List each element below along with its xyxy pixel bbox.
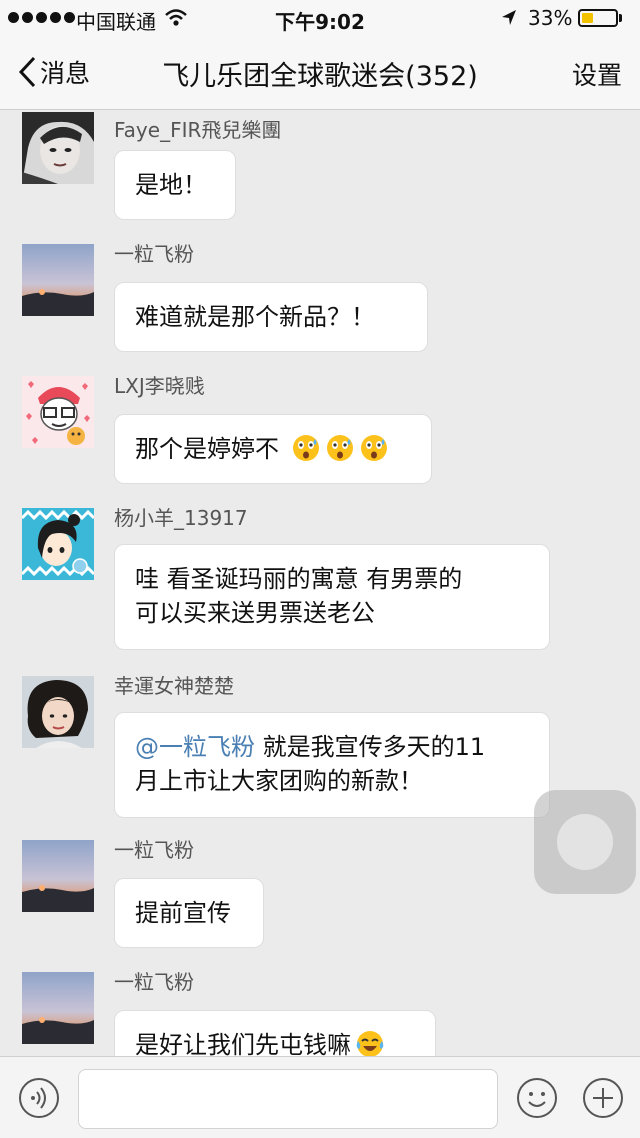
nav-bar: 消息 飞儿乐团全球歌迷会(352) 设置 [0,36,640,110]
message-text-line: 月上市让大家团购的新款！ [135,767,423,795]
avatar[interactable] [22,508,94,580]
astonished-emoji-icon [292,435,319,461]
astonished-emoji-icon [360,435,387,461]
sender-name: 一粒飞粉 [114,838,194,862]
tears-of-joy-emoji-icon [356,1031,384,1057]
chevron-left-icon [18,56,36,88]
input-bar [0,1056,640,1138]
avatar[interactable] [22,376,94,448]
sender-name: 幸運女神楚楚 [114,674,234,698]
message-text: 难道就是那个新品？！ [135,303,375,331]
message-text: 是地！ [135,171,207,199]
battery-icon [578,9,618,27]
avatar[interactable] [22,840,94,912]
message-text: 那个是婷婷不 [135,435,279,463]
message-text-line: 哇 看圣诞玛丽的寓意 有男票的 [135,565,463,593]
assistive-touch-button[interactable] [534,790,636,894]
avatar[interactable] [22,972,94,1044]
message-text-line: 就是我宣传多天的11 [255,733,486,761]
battery-percent: 33% [528,6,573,30]
back-label: 消息 [40,59,91,88]
settings-button[interactable]: 设置 [572,56,622,92]
message-bubble[interactable]: 那个是婷婷不 [114,414,432,484]
astonished-emoji-icon [326,435,353,461]
message-text: 提前宣传 [135,899,231,927]
location-arrow-icon [500,8,518,32]
message-input[interactable] [78,1069,498,1129]
back-button[interactable]: 消息 [18,54,90,90]
status-bar: 中国联通 下午9:02 33% [0,0,640,36]
sender-name: 一粒飞粉 [114,970,194,994]
sender-name: LXJ李晓贱 [114,374,205,398]
voice-icon[interactable] [18,1077,60,1123]
message-bubble[interactable]: 提前宣传 [114,878,264,948]
message-bubble[interactable]: 哇 看圣诞玛丽的寓意 有男票的 可以买来送男票送老公 [114,544,550,650]
sender-name: 一粒飞粉 [114,242,194,266]
plus-icon[interactable] [582,1077,624,1123]
sender-name: 杨小羊_13917 [114,506,248,530]
sender-name: Faye_FIR飛兒樂團 [114,118,282,142]
page-title: 飞儿乐团全球歌迷会(352) [162,61,478,92]
emoji-face-icon[interactable] [516,1077,558,1123]
message-bubble[interactable]: @一粒飞粉 就是我宣传多天的11 月上市让大家团购的新款！ [114,712,550,818]
message-text: 是好让我们先屯钱嘛 [135,1031,351,1059]
avatar[interactable] [22,676,94,748]
message-bubble[interactable]: 难道就是那个新品？！ [114,282,428,352]
avatar[interactable] [22,112,94,184]
mention-link[interactable]: @一粒飞粉 [135,733,255,761]
avatar[interactable] [22,244,94,316]
message-bubble[interactable]: 是地！ [114,150,236,220]
message-text-line: 可以买来送男票送老公 [135,599,375,627]
battery-fill [582,13,593,23]
